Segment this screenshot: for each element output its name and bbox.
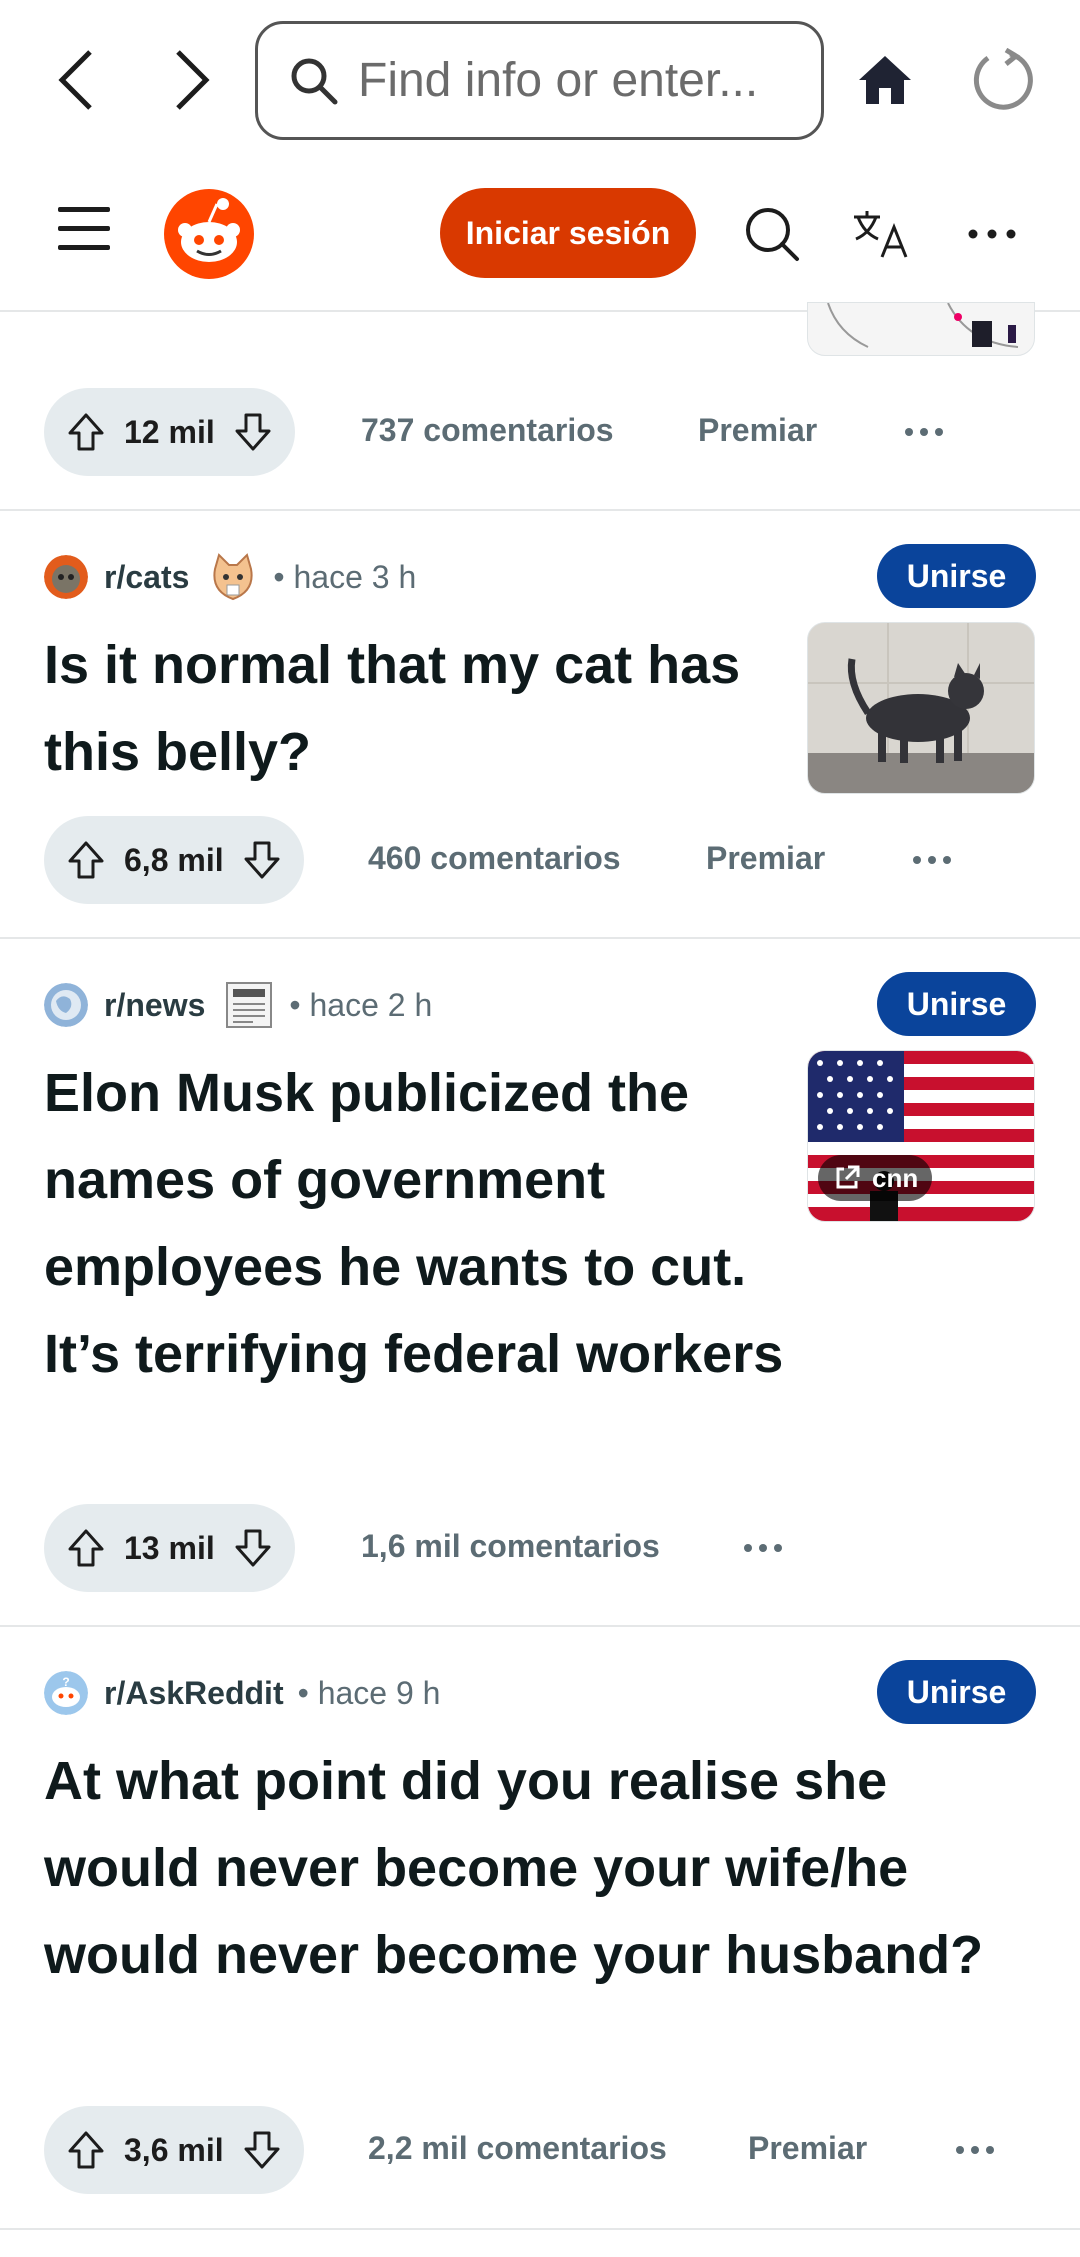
more-horizontal-icon: [968, 229, 1016, 239]
login-button[interactable]: Iniciar sesión: [440, 188, 696, 278]
site-header: Iniciar sesión: [0, 162, 1080, 312]
subreddit-flair: [223, 979, 275, 1031]
post-divider: [0, 1625, 1080, 1627]
forward-button[interactable]: [152, 40, 232, 120]
post-time: • hace 3 h: [273, 558, 417, 595]
url-bar[interactable]: Find info or enter...: [255, 21, 824, 140]
post-time: • hace 9 h: [297, 1674, 441, 1711]
downvote-icon[interactable]: [233, 412, 273, 452]
home-button[interactable]: [845, 40, 925, 120]
reddit-logo[interactable]: [163, 188, 255, 280]
reload-icon: [973, 48, 1033, 110]
newspaper-icon: [226, 982, 273, 1028]
search-button[interactable]: [732, 194, 812, 274]
post-time: • hace 2 h: [289, 986, 433, 1023]
post-more-button[interactable]: [894, 412, 954, 452]
globe-avatar-icon: [44, 983, 88, 1027]
post-title[interactable]: At what point did you realise she would …: [44, 1738, 1044, 1999]
more-horizontal-icon: [905, 428, 943, 436]
comments-button[interactable]: 2,2 mil comentarios: [368, 2130, 667, 2167]
post-more-button[interactable]: [945, 2130, 1005, 2170]
upvote-icon[interactable]: [66, 2130, 106, 2170]
vote-count: 6,8 mil: [124, 841, 224, 878]
home-icon: [859, 56, 911, 104]
post-title[interactable]: Is it normal that my cat has this belly?: [44, 622, 784, 796]
reload-button[interactable]: [962, 40, 1042, 120]
more-horizontal-icon: [913, 856, 951, 864]
subreddit-avatar[interactable]: [44, 555, 88, 599]
overflow-menu-button[interactable]: [952, 194, 1032, 274]
post-divider: [0, 937, 1080, 939]
url-placeholder: Find info or enter...: [358, 54, 759, 107]
translate-button[interactable]: [842, 194, 922, 274]
post-actions: 12 mil: [44, 388, 295, 476]
downvote-icon[interactable]: [242, 2130, 282, 2170]
vote-control: 13 mil: [44, 1504, 295, 1592]
subreddit-name[interactable]: r/AskReddit: [104, 1675, 284, 1712]
post-meta: r/news • hace 2 h: [44, 980, 432, 1030]
award-button[interactable]: Premiar: [748, 2130, 867, 2167]
post-thumbnail[interactable]: [807, 622, 1035, 794]
reddit-snoo-icon: [164, 189, 254, 279]
join-button[interactable]: Unirse: [877, 544, 1036, 608]
subreddit-flair: [207, 551, 259, 603]
chevron-left-icon: [58, 50, 92, 110]
upvote-icon[interactable]: [66, 412, 106, 452]
vote-count: 12 mil: [124, 413, 215, 450]
vote-control: 12 mil: [44, 388, 295, 476]
vote-count: 3,6 mil: [124, 2131, 224, 2168]
post-meta: ? r/AskReddit • hace 9 h: [44, 1668, 440, 1718]
menu-button[interactable]: [58, 207, 118, 267]
browser-toolbar: Find info or enter...: [0, 0, 1080, 162]
diagram-thumbnail-image: [827, 303, 1019, 348]
vote-count: 13 mil: [124, 1529, 215, 1566]
search-icon: [291, 58, 338, 104]
vote-control: 6,8 mil: [44, 816, 304, 904]
subreddit-avatar[interactable]: ?: [44, 1671, 88, 1715]
link-domain: cnn: [872, 1162, 919, 1193]
subreddit-name[interactable]: r/news: [104, 987, 205, 1024]
comments-button[interactable]: 1,6 mil comentarios: [361, 1528, 660, 1565]
link-thumbnail[interactable]: cnn: [807, 1050, 1035, 1222]
svg-text:?: ?: [62, 1675, 69, 1689]
comments-button[interactable]: 737 comentarios: [361, 412, 614, 449]
more-horizontal-icon: [956, 2146, 994, 2154]
search-icon: [746, 208, 799, 261]
back-button[interactable]: [36, 40, 116, 120]
downvote-icon[interactable]: [233, 1528, 273, 1568]
cat-avatar-icon: [44, 555, 88, 599]
post-divider: [0, 2228, 1080, 2230]
post-title[interactable]: Elon Musk publicized the names of govern…: [44, 1050, 784, 1398]
award-button[interactable]: Premiar: [698, 412, 817, 449]
post-more-button[interactable]: [902, 840, 962, 880]
cat-emoji-icon: [213, 553, 253, 601]
cat-photo-image: [808, 623, 1034, 793]
post-thumbnail[interactable]: [807, 302, 1035, 356]
post-more-button[interactable]: [733, 1528, 793, 1568]
post-actions: 6,8 mil: [44, 816, 304, 904]
translate-icon: [854, 211, 908, 258]
post-divider: [0, 509, 1080, 511]
more-horizontal-icon: [744, 1544, 782, 1552]
post-actions: 13 mil: [44, 1504, 295, 1592]
upvote-icon[interactable]: [66, 1528, 106, 1568]
join-button[interactable]: Unirse: [877, 972, 1036, 1036]
subreddit-avatar[interactable]: [44, 983, 88, 1027]
chevron-right-icon: [176, 50, 210, 110]
external-link-icon: [836, 1165, 860, 1189]
post-meta: r/cats • hace 3 h: [44, 552, 416, 602]
upvote-icon[interactable]: [66, 840, 106, 880]
post-actions: 3,6 mil: [44, 2106, 304, 2194]
comments-button[interactable]: 460 comentarios: [368, 840, 621, 877]
downvote-icon[interactable]: [242, 840, 282, 880]
vote-control: 3,6 mil: [44, 2106, 304, 2194]
link-domain-badge: cnn: [818, 1155, 933, 1201]
askreddit-avatar-icon: ?: [44, 1671, 88, 1715]
award-button[interactable]: Premiar: [706, 840, 825, 877]
subreddit-name[interactable]: r/cats: [104, 559, 189, 596]
join-button[interactable]: Unirse: [877, 1660, 1036, 1724]
